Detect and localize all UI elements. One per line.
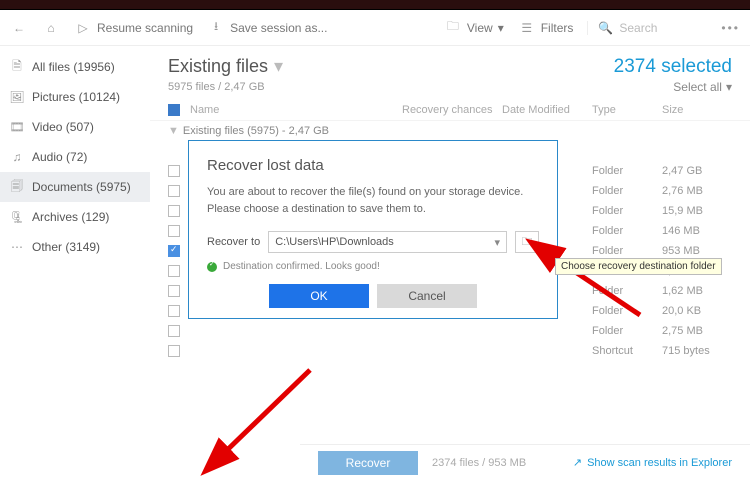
other-icon: ⋯ (10, 240, 24, 254)
ok-button[interactable]: OK (269, 284, 369, 308)
sliders-icon: ☰ (518, 19, 536, 37)
row-checkbox[interactable] (168, 345, 180, 357)
destination-dropdown[interactable]: C:\Users\HP\Downloads ▾ (268, 231, 507, 253)
cancel-button[interactable]: Cancel (377, 284, 477, 308)
save-icon: ⭳ (207, 19, 225, 37)
filters-label: Filters (541, 21, 574, 35)
search-placeholder: Search (619, 21, 657, 35)
folder-icon: 🗀 (444, 19, 462, 37)
external-link-icon: ↗ (573, 456, 582, 469)
chevron-down-icon: ▾ (494, 236, 500, 249)
dialog-body: You are about to recover the file(s) fou… (207, 184, 539, 217)
destination-confirm-text: Destination confirmed. Looks good! (223, 261, 380, 272)
dialog-title: Recover lost data (207, 157, 539, 174)
col-date[interactable]: Date Modified (502, 104, 592, 116)
sidebar-item-audio[interactable]: ♫Audio (72) (0, 142, 150, 172)
col-name[interactable]: Name (190, 104, 402, 116)
play-icon: ▷ (74, 19, 92, 37)
browse-tooltip: Choose recovery destination folder (555, 258, 722, 275)
filters-button[interactable]: ☰ Filters (518, 19, 574, 37)
sidebar-item-other[interactable]: ⋯Other (3149) (0, 232, 150, 262)
page-title[interactable]: Existing files ▾ (168, 56, 283, 77)
chevron-down-icon: ▾ (274, 56, 283, 77)
selected-count: 2374 selected (614, 56, 732, 78)
save-label: Save session as... (230, 21, 327, 35)
row-checkbox[interactable] (168, 205, 180, 217)
footer-stats: 2374 files / 953 MB (432, 457, 526, 469)
show-in-explorer-link[interactable]: ↗ Show scan results in Explorer (573, 456, 732, 469)
folder-icon: 🗀 (522, 233, 533, 252)
row-checkbox[interactable] (168, 325, 180, 337)
row-checkbox[interactable] (168, 305, 180, 317)
sidebar-item-documents[interactable]: 🗐Documents (5975) (0, 172, 150, 202)
audio-icon: ♫ (10, 150, 24, 164)
save-session-button[interactable]: ⭳ Save session as... (207, 19, 327, 37)
select-all-checkbox[interactable] (168, 104, 180, 116)
resume-scanning-button[interactable]: ▷ Resume scanning (74, 19, 193, 37)
browse-folder-button[interactable]: 🗀 (515, 231, 539, 253)
window-titlebar (0, 0, 750, 10)
content-header: Existing files ▾ 5975 files / 2,47 GB 23… (150, 46, 750, 100)
check-icon (207, 262, 217, 272)
column-headers: Name Recovery chances Date Modified Type… (150, 100, 750, 121)
col-type[interactable]: Type (592, 104, 662, 116)
view-label: View (467, 21, 493, 35)
search-input[interactable]: 🔍 Search (587, 21, 707, 35)
row-checkbox[interactable] (168, 285, 180, 297)
table-row[interactable]: Folder2,75 MB (150, 321, 750, 341)
view-dropdown[interactable]: 🗀 View ▾ (444, 19, 504, 37)
video-icon: 🎞 (10, 120, 24, 134)
sidebar-item-archives[interactable]: 🗜Archives (129) (0, 202, 150, 232)
chevron-down-icon: ▾ (726, 80, 732, 94)
recover-dialog: Recover lost data You are about to recov… (188, 140, 558, 319)
search-icon: 🔍 (598, 21, 613, 35)
sidebar-item-allfiles[interactable]: 🗎All files (19956) (0, 52, 150, 82)
sidebar-item-video[interactable]: 🎞Video (507) (0, 112, 150, 142)
col-recovery[interactable]: Recovery chances (402, 104, 502, 116)
row-checkbox[interactable] (168, 185, 180, 197)
row-checkbox[interactable] (168, 165, 180, 177)
archive-icon: 🗜 (10, 210, 24, 224)
col-size[interactable]: Size (662, 104, 732, 116)
resume-label: Resume scanning (97, 21, 193, 35)
back-button[interactable]: ← (10, 19, 28, 37)
page-subtitle: 5975 files / 2,47 GB (168, 81, 283, 93)
sidebar-item-pictures[interactable]: 🖼Pictures (10124) (0, 82, 150, 112)
recover-to-label: Recover to (207, 236, 260, 248)
chevron-down-icon: ▾ (498, 21, 504, 35)
destination-path: C:\Users\HP\Downloads (275, 236, 394, 248)
sidebar: 🗎All files (19956) 🖼Pictures (10124) 🎞Vi… (0, 46, 150, 490)
toolbar: ← ⌂ ▷ Resume scanning ⭳ Save session as.… (0, 10, 750, 46)
home-button[interactable]: ⌂ (42, 19, 60, 37)
footer: Recover 2374 files / 953 MB ↗ Show scan … (300, 444, 750, 480)
document-icon: 🗐 (10, 180, 24, 194)
table-row[interactable]: Shortcut715 bytes (150, 341, 750, 361)
row-checkbox[interactable] (168, 225, 180, 237)
select-all-link[interactable]: Select all ▾ (614, 80, 732, 94)
group-row[interactable]: ▼ Existing files (5975) - 2,47 GB (150, 121, 750, 141)
picture-icon: 🖼 (10, 90, 24, 104)
row-checkbox[interactable] (168, 265, 180, 277)
recover-button[interactable]: Recover (318, 451, 418, 475)
more-menu[interactable]: ••• (721, 21, 740, 35)
annotation-arrow (210, 360, 330, 475)
file-icon: 🗎 (10, 60, 24, 74)
row-checkbox[interactable] (168, 245, 180, 257)
collapse-icon[interactable]: ▼ (168, 125, 179, 137)
